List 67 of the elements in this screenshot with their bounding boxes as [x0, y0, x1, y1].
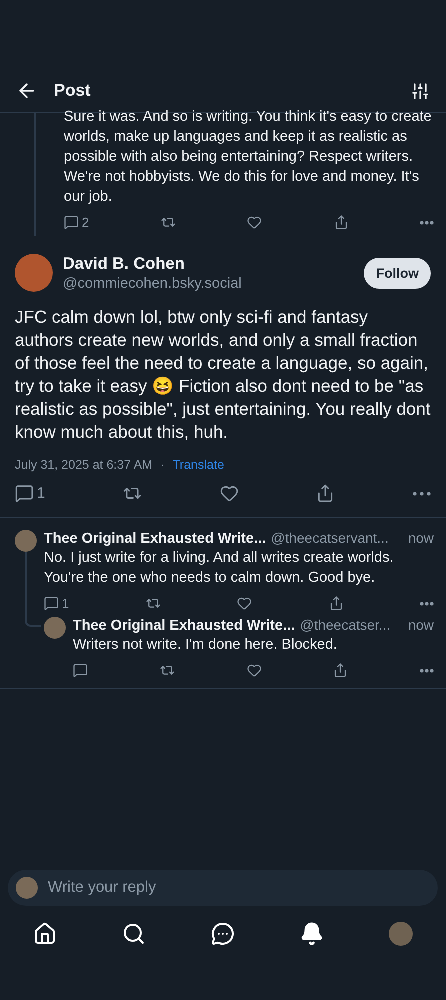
- author-name[interactable]: Thee Original Exhausted Write...: [44, 531, 266, 547]
- avatar[interactable]: [15, 254, 53, 292]
- search-icon[interactable]: [122, 922, 146, 946]
- author-handle: @theecatservant...: [271, 530, 390, 546]
- notifications-icon[interactable]: [300, 922, 324, 946]
- reply-icon: [15, 484, 34, 503]
- author-name[interactable]: Thee Original Exhausted Write...: [73, 618, 296, 634]
- share-button[interactable]: [316, 484, 336, 503]
- heart-icon: [246, 663, 262, 678]
- post-timestamp: July 31, 2025 at 6:37 AM: [15, 458, 153, 472]
- reply-input[interactable]: Write your reply: [46, 878, 430, 898]
- repost-icon: [160, 215, 176, 230]
- author-name[interactable]: David B. Cohen: [63, 254, 354, 274]
- reply-text: No. I just write for a living. And all writes create worlds. You're the one who needs to calm down. Good bye.: [44, 549, 395, 588]
- repost-button[interactable]: [160, 663, 175, 678]
- page-title: Post: [54, 81, 92, 101]
- share-button[interactable]: [334, 215, 349, 230]
- heart-icon: [247, 215, 262, 230]
- repost-icon: [146, 596, 161, 611]
- avatar[interactable]: [15, 530, 37, 552]
- reply-button[interactable]: 2: [64, 215, 90, 230]
- share-icon: [328, 596, 344, 611]
- reply-button[interactable]: [73, 663, 88, 678]
- settings-icon[interactable]: [411, 82, 430, 100]
- more-icon: [420, 602, 434, 606]
- more-button[interactable]: [420, 668, 434, 672]
- reply-icon: [44, 596, 59, 611]
- share-icon: [316, 484, 336, 503]
- repost-button[interactable]: [146, 596, 161, 611]
- more-button[interactable]: [412, 492, 431, 496]
- like-button[interactable]: [246, 663, 262, 678]
- reply-button[interactable]: 1: [44, 596, 70, 611]
- reply-text: Writers not write. I'm done here. Blocked.: [73, 636, 338, 655]
- chat-icon[interactable]: [210, 922, 235, 946]
- post-text: Sure it was. And so is writing. You think it's easy to create worlds, make up languages and keep it as realistic as possible with also being entertaining? Respect writers. We're not hobbyists. We do this for love and money. It's our job.: [64, 108, 433, 207]
- avatar: [16, 877, 38, 899]
- heart-icon: [237, 596, 252, 611]
- share-icon: [333, 663, 348, 678]
- more-icon: [420, 220, 434, 224]
- reply-field[interactable]: Write your reply: [8, 870, 438, 906]
- separator-dot: ·: [160, 458, 165, 472]
- more-icon: [420, 668, 434, 672]
- reply-icon: [73, 663, 88, 678]
- like-button[interactable]: [237, 596, 252, 611]
- like-button[interactable]: [220, 484, 239, 503]
- author-handle[interactable]: @commiecohen.bsky.social: [63, 276, 354, 292]
- repost-icon: [160, 663, 175, 678]
- reply-icon: [64, 215, 79, 230]
- more-icon: [412, 492, 431, 496]
- like-button[interactable]: [247, 215, 262, 230]
- reply-button[interactable]: 1: [15, 484, 46, 503]
- profile-avatar[interactable]: [389, 922, 414, 946]
- share-icon: [334, 215, 349, 230]
- translate-link[interactable]: Translate: [172, 458, 224, 472]
- post-time: now: [408, 617, 434, 633]
- share-button[interactable]: [333, 663, 348, 678]
- home-icon[interactable]: [32, 922, 57, 946]
- post-time: now: [408, 530, 434, 546]
- follow-button[interactable]: Follow: [364, 258, 431, 288]
- more-button[interactable]: [420, 220, 434, 224]
- avatar[interactable]: [44, 617, 66, 639]
- author-handle: @theecatser...: [300, 617, 392, 633]
- more-button[interactable]: [420, 602, 434, 606]
- heart-icon: [220, 484, 239, 503]
- post-text: JFC calm down lol, btw only sci-fi and fantasy authors create new worlds, and only a small fraction of those feel the need to create a language, so again, try to take it easy 😆 Fiction also dont need to be "as realistic as possible", just entertaining. You really dont know much about this, huh.: [15, 306, 431, 444]
- repost-button[interactable]: [160, 215, 176, 230]
- share-button[interactable]: [328, 596, 344, 611]
